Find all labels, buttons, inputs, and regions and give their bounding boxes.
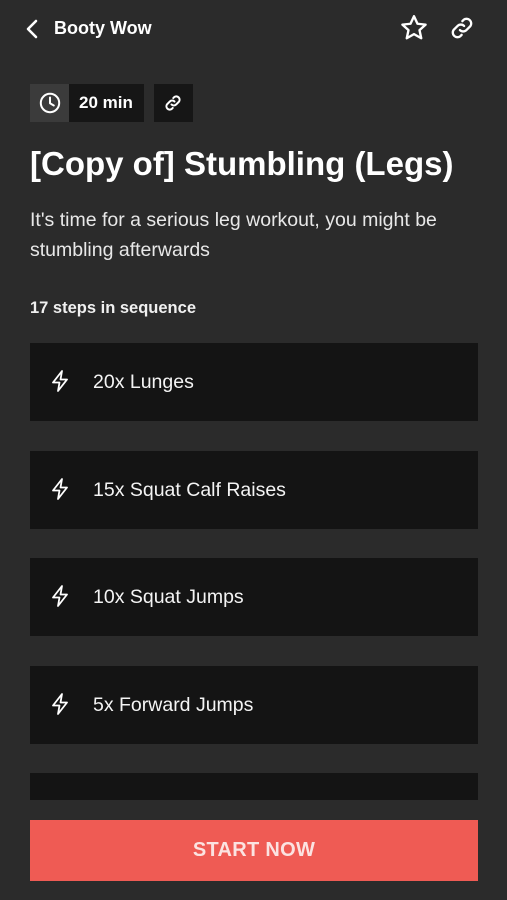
workout-description: It's time for a serious leg workout, you… (30, 209, 437, 261)
duration-chip: 20 min (30, 84, 144, 122)
start-now-button[interactable]: START NOW (30, 820, 478, 881)
lightning-icon (49, 692, 71, 716)
clock-icon-box (30, 84, 69, 122)
lightning-icon (49, 477, 71, 501)
duration-label: 20 min (69, 84, 144, 122)
favorite-button[interactable] (398, 12, 430, 44)
back-button[interactable] (18, 14, 48, 44)
share-link-button[interactable] (446, 12, 478, 44)
steps-count-label: 17 steps in sequence (30, 299, 196, 317)
workout-title: [Copy of] Stumbling (Legs) (30, 145, 454, 182)
workout-meta-row: 20 min (30, 84, 193, 122)
step-label: 5x Forward Jumps (93, 693, 254, 716)
lightning-icon (49, 584, 71, 608)
step-item[interactable]: 15x Squat Calf Raises (30, 450, 478, 529)
step-label: 15x Squat Calf Raises (93, 478, 286, 501)
step-list[interactable]: 20x Lunges 15x Squat Calf Raises 10x Squ… (30, 343, 478, 800)
chevron-left-icon (26, 19, 38, 39)
star-outline-icon (401, 15, 427, 40)
step-label: 10x Squat Jumps (93, 586, 244, 608)
link-icon (165, 95, 181, 111)
step-item[interactable]: 20x Lunges (30, 343, 478, 421)
step-item[interactable]: 5x Forward Jumps (30, 665, 478, 744)
top-app-bar: Booty Wow (0, 0, 507, 56)
link-icon (451, 17, 473, 39)
clock-icon (39, 92, 60, 114)
copy-link-button[interactable] (153, 84, 193, 122)
app-title: Booty Wow (54, 18, 152, 38)
step-item-partial[interactable] (30, 773, 478, 800)
lightning-icon (49, 369, 71, 393)
step-label: 20x Lunges (93, 371, 194, 393)
step-item[interactable]: 10x Squat Jumps (30, 558, 478, 636)
